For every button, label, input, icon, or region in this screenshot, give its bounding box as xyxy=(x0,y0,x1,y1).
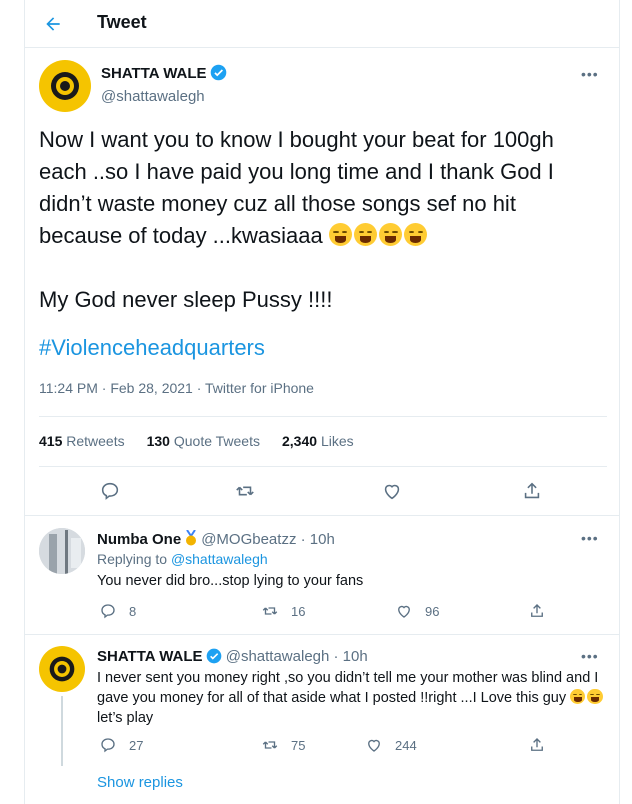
reply-author-line: Numba One @MOGbeatzz · 10h xyxy=(97,529,335,550)
tears-of-joy-emoji-icon xyxy=(404,223,428,247)
retweet-count: 16 xyxy=(291,603,306,619)
tweet-body: Now I want you to know I bought your bea… xyxy=(39,127,561,248)
retweet-icon[interactable] xyxy=(234,480,256,502)
share-icon[interactable] xyxy=(528,602,546,620)
back-arrow-icon[interactable] xyxy=(39,10,67,38)
retweet-icon[interactable]: 16 xyxy=(261,602,305,620)
show-replies-link[interactable]: Show replies xyxy=(97,774,183,791)
like-count: 96 xyxy=(425,603,440,619)
retweet-count: 75 xyxy=(291,737,306,753)
reply-icon[interactable] xyxy=(99,480,121,502)
more-options-icon[interactable]: ••• xyxy=(581,648,599,664)
tweet-text: Now I want you to know I bought your bea… xyxy=(39,124,599,316)
tears-of-joy-emoji-icon xyxy=(353,223,378,247)
tweet-body-2: My God never sleep Pussy !!!! xyxy=(39,287,333,312)
avatar[interactable] xyxy=(39,60,91,112)
more-options-icon[interactable]: ••• xyxy=(581,66,599,82)
author-handle[interactable]: @shattawalegh xyxy=(101,88,227,105)
like-icon[interactable]: 244 xyxy=(365,736,417,754)
like-icon[interactable] xyxy=(381,480,403,502)
more-options-icon[interactable]: ••• xyxy=(581,530,599,546)
divider xyxy=(39,466,607,467)
reply-count: 8 xyxy=(129,603,137,619)
replying-to: Replying to @shattawalegh xyxy=(97,551,268,567)
author-handle[interactable]: @shattawalegh xyxy=(226,648,330,665)
like-count: 244 xyxy=(395,737,417,753)
author-block: SHATTA WALE @shattawalegh xyxy=(101,64,227,105)
avatar[interactable] xyxy=(39,646,85,692)
author-name[interactable]: Numba One xyxy=(97,531,181,548)
tweet-stats: 415 Retweets 130 Quote Tweets 2,340 Like… xyxy=(39,433,354,449)
thread-line xyxy=(61,696,63,766)
reply-text: I never sent you money right ,so you did… xyxy=(97,668,617,728)
avatar[interactable] xyxy=(39,528,85,574)
reply-body-tail: let’s play xyxy=(97,710,154,726)
retweet-icon[interactable]: 75 xyxy=(261,736,305,754)
hashtag-link[interactable]: #Violenceheadquarters xyxy=(39,335,265,361)
retweets-stat[interactable]: 415 Retweets xyxy=(39,433,125,449)
author-name[interactable]: SHATTA WALE xyxy=(101,65,207,82)
share-icon[interactable] xyxy=(521,480,543,502)
tears-of-joy-emoji-icon xyxy=(587,688,603,705)
like-icon[interactable]: 96 xyxy=(395,602,439,620)
medal-icon xyxy=(184,529,198,550)
author-handle[interactable]: @MOGbeatzz xyxy=(201,531,296,548)
reply-icon[interactable]: 8 xyxy=(99,602,136,620)
reply-count: 27 xyxy=(129,737,144,753)
tweet-page: Tweet SHATTA WALE @shattawalegh ••• Now … xyxy=(24,0,620,804)
tears-of-joy-emoji-icon xyxy=(379,223,403,247)
verified-badge-icon xyxy=(206,648,222,668)
divider xyxy=(25,515,619,516)
author-name[interactable]: SHATTA WALE xyxy=(97,648,203,665)
reply-text: You never did bro...stop lying to your f… xyxy=(97,573,364,589)
share-icon[interactable] xyxy=(528,736,546,754)
reply-time[interactable]: · 10h xyxy=(301,531,335,548)
tears-of-joy-emoji-icon xyxy=(328,223,352,247)
quote-tweets-stat[interactable]: 130 Quote Tweets xyxy=(147,433,260,449)
page-header: Tweet xyxy=(25,0,619,48)
tears-of-joy-emoji-icon xyxy=(570,688,586,705)
tweet-meta[interactable]: 11:24 PM · Feb 28, 2021 · Twitter for iP… xyxy=(39,380,314,396)
replying-to-link[interactable]: @shattawalegh xyxy=(171,551,268,567)
divider xyxy=(39,416,607,417)
page-title: Tweet xyxy=(97,12,147,32)
reply-time[interactable]: · 10h xyxy=(334,648,368,665)
divider xyxy=(25,634,619,635)
verified-badge-icon xyxy=(210,64,227,86)
reply-author-line: SHATTA WALE @shattawalegh · 10h xyxy=(97,648,368,668)
likes-stat[interactable]: 2,340 Likes xyxy=(282,433,354,449)
reply-icon[interactable]: 27 xyxy=(99,736,143,754)
reply-body: I never sent you money right ,so you did… xyxy=(97,670,599,706)
